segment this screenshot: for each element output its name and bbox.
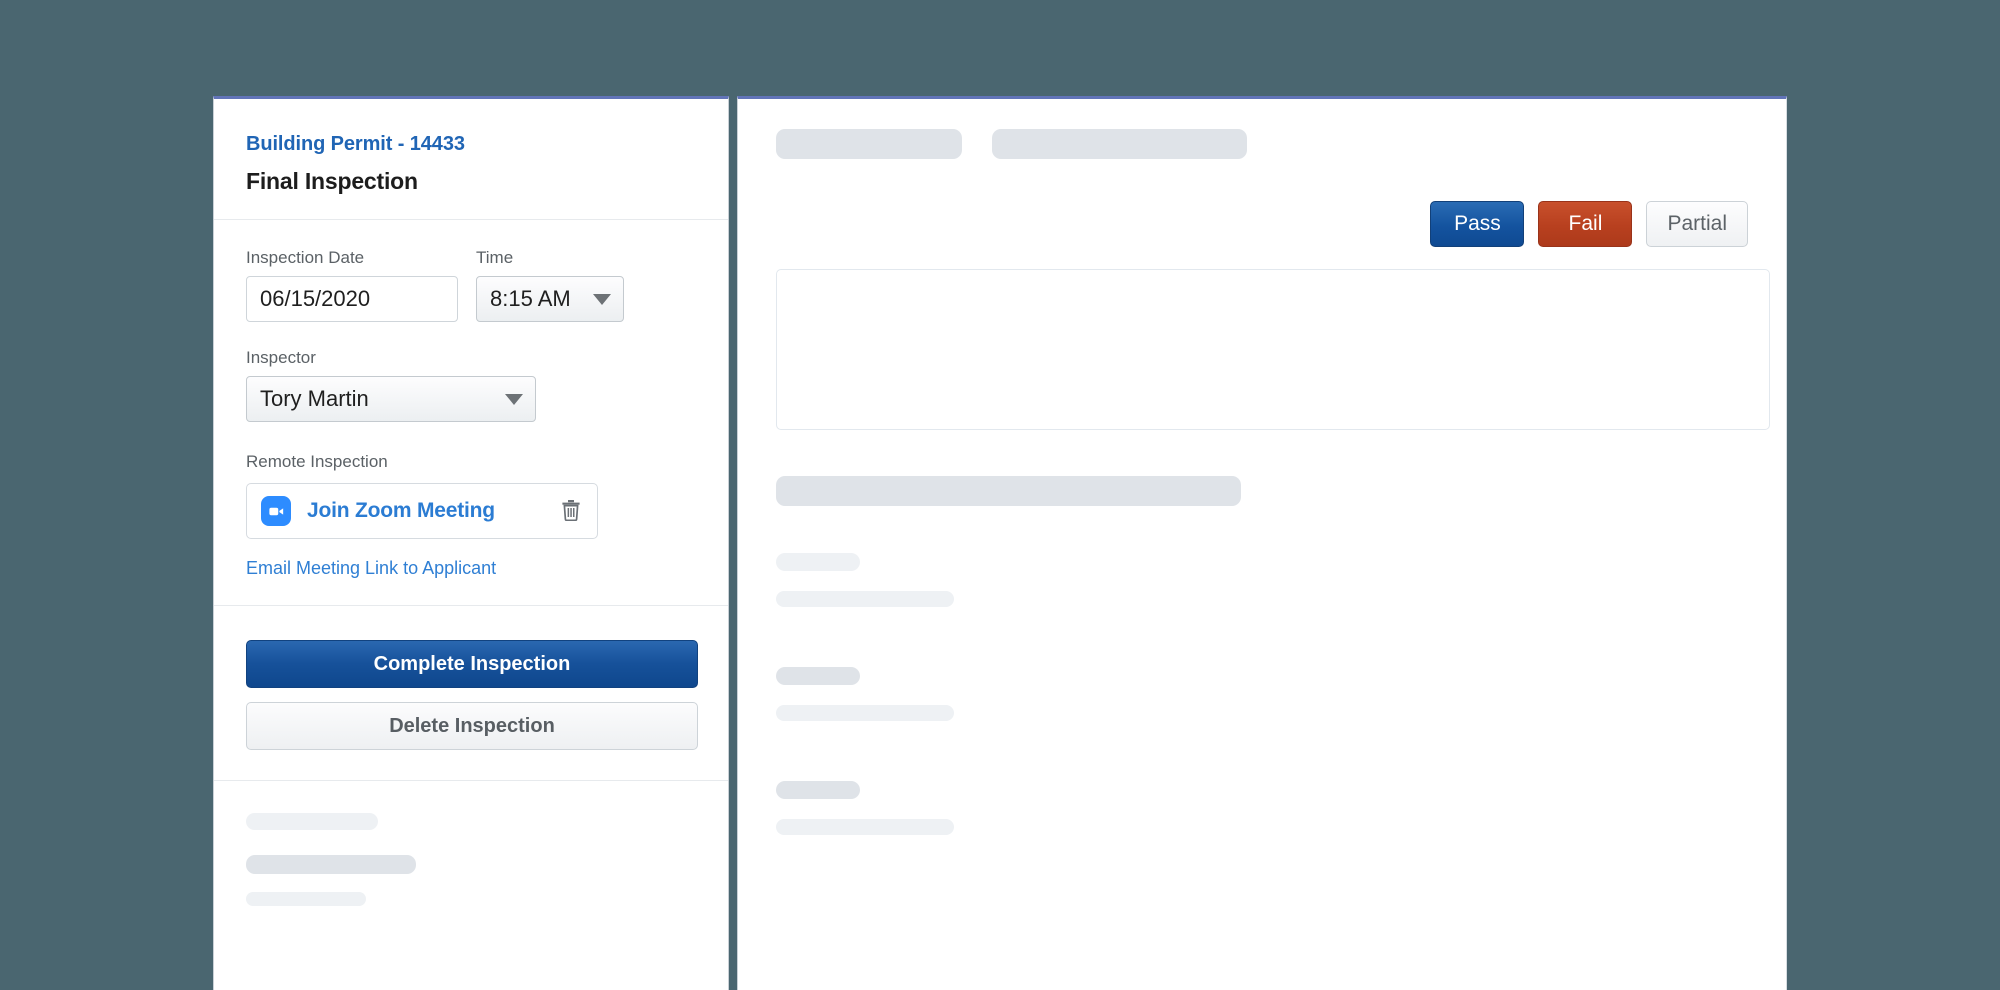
inspection-date-label: Inspection Date <box>246 248 365 267</box>
email-meeting-link-button[interactable]: Email Meeting Link to Applicant <box>246 558 496 579</box>
inspector-select-value: Tory Martin <box>260 386 369 411</box>
time-select-value: 8:15 AM <box>490 286 571 311</box>
inspection-date-field: Inspection Date 06/15/2020 <box>246 248 458 322</box>
right-body-skeleton-group <box>776 476 1748 835</box>
remote-inspection-label: Remote Inspection <box>246 452 388 471</box>
right-top-skeleton-group <box>776 129 1748 159</box>
inspection-detail-panel: Building Permit - 14433 Final Inspection… <box>213 96 729 990</box>
skeleton-bar <box>776 129 962 159</box>
complete-inspection-button[interactable]: Complete Inspection <box>246 640 698 688</box>
delete-inspection-button[interactable]: Delete Inspection <box>246 702 698 750</box>
inspector-label: Inspector <box>246 348 316 367</box>
time-field: Time 8:15 AM <box>476 248 624 322</box>
inspector-select[interactable]: Tory Martin <box>246 376 536 422</box>
time-label: Time <box>476 248 514 267</box>
inspection-notes-box[interactable] <box>776 269 1770 430</box>
inspection-actions: Complete Inspection Delete Inspection <box>214 606 728 780</box>
skeleton-bar <box>246 855 416 874</box>
remote-inspection-section: Remote Inspection Join Zoom Meeting Emai… <box>246 452 696 579</box>
inspection-date-input[interactable]: 06/15/2020 <box>246 276 458 322</box>
skeleton-bar <box>776 553 860 571</box>
chevron-down-icon <box>505 393 523 405</box>
skeleton-bar <box>992 129 1247 159</box>
partial-button[interactable]: Partial <box>1646 201 1748 247</box>
fail-button[interactable]: Fail <box>1538 201 1633 247</box>
skeleton-bar <box>776 819 954 835</box>
skeleton-bar <box>776 781 860 799</box>
time-select[interactable]: 8:15 AM <box>476 276 624 322</box>
skeleton-bar <box>246 813 378 830</box>
inspection-form: Inspection Date 06/15/2020 Time 8:15 AM … <box>214 220 728 605</box>
inspector-field: Inspector Tory Martin <box>246 348 696 422</box>
date-time-row: Inspection Date 06/15/2020 Time 8:15 AM <box>246 248 696 322</box>
skeleton-bar <box>776 705 954 721</box>
skeleton-bar <box>776 476 1241 506</box>
skeleton-bar <box>246 892 366 906</box>
permit-breadcrumb-link[interactable]: Building Permit - 14433 <box>246 133 696 156</box>
trash-icon <box>561 499 581 524</box>
delete-meeting-button[interactable] <box>561 499 581 524</box>
chevron-down-icon <box>593 293 611 305</box>
panel-header: Building Permit - 14433 Final Inspection <box>214 99 728 219</box>
zoom-meeting-card: Join Zoom Meeting <box>246 483 598 539</box>
skeleton-bar <box>776 667 860 685</box>
inspection-results-panel: Pass Fail Partial <box>737 96 1787 990</box>
skeleton-bar <box>776 591 954 607</box>
pass-button[interactable]: Pass <box>1430 201 1525 247</box>
join-zoom-meeting-link[interactable]: Join Zoom Meeting <box>307 499 561 523</box>
left-skeleton-group <box>214 781 728 906</box>
page-title: Final Inspection <box>246 168 418 194</box>
results-content: Pass Fail Partial <box>738 99 1786 835</box>
inspection-status-buttons: Pass Fail Partial <box>776 201 1748 247</box>
zoom-video-icon <box>261 496 291 526</box>
